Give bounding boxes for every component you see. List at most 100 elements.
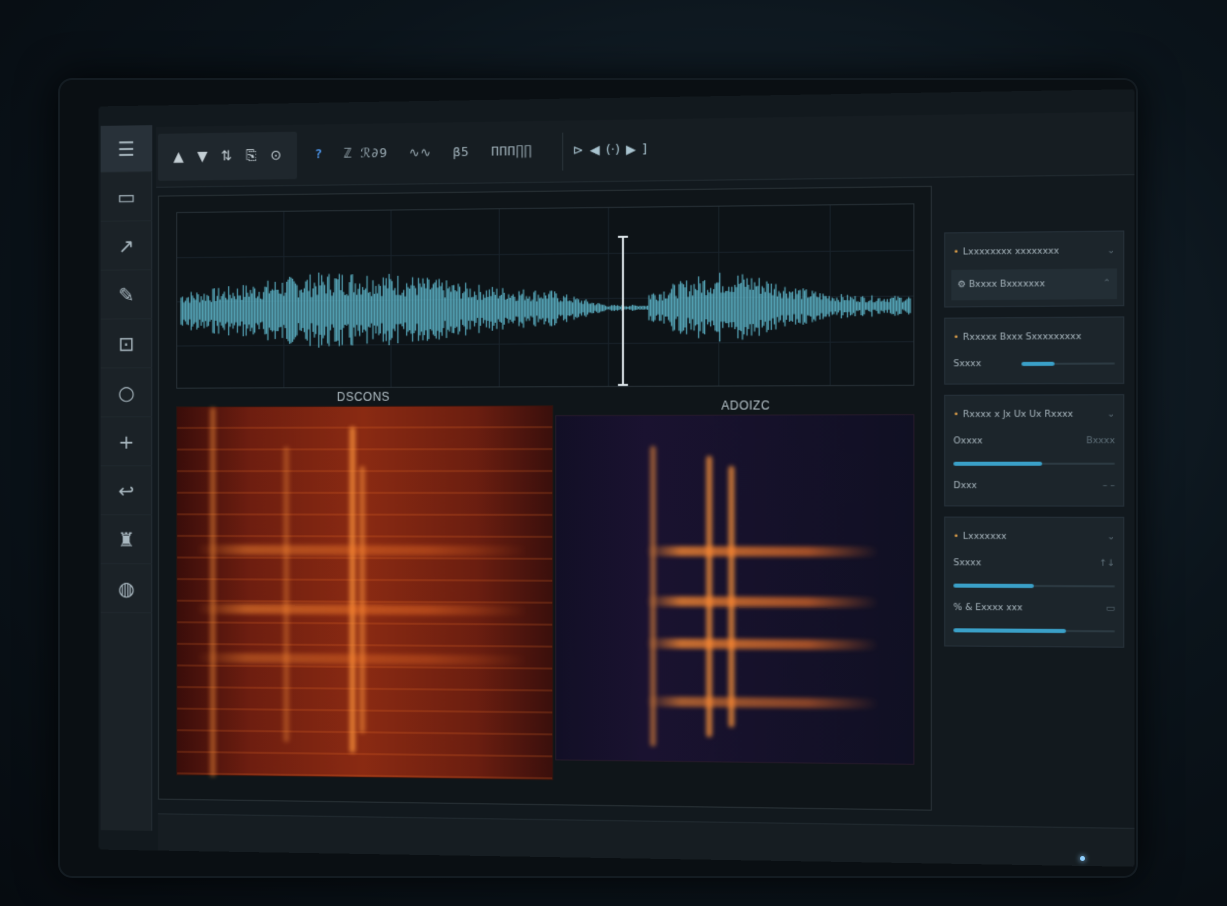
edit-tool-group: ▲ ▼ ⇅ ⎘ ⊙ <box>158 131 297 180</box>
help-icon[interactable]: ? <box>315 147 323 162</box>
option-row[interactable]: Sxxxx ↑↓ <box>953 550 1115 577</box>
spectral-line <box>350 427 356 753</box>
row-label: % & Exxxx xxx <box>953 603 1022 614</box>
row-value: Bxxxx <box>1086 436 1115 446</box>
hook-tool-button[interactable]: ↗ <box>101 221 153 270</box>
globe-icon: ◍ <box>118 576 135 600</box>
card-header[interactable]: • Rxxxxx Bxxx Sxxxxxxxxx <box>953 324 1115 351</box>
value-slider[interactable] <box>1021 354 1114 373</box>
waveform-label: DSCONS <box>337 390 390 404</box>
spectral-band <box>646 596 879 607</box>
row-label: ⚙ Bxxxx Bxxxxxxx <box>958 279 1045 290</box>
globe-button[interactable]: ◍ <box>101 564 153 613</box>
spectral-band <box>646 638 879 650</box>
menu-button[interactable]: ☰ <box>101 125 153 173</box>
toolbar-text-3[interactable]: β5 <box>453 145 469 160</box>
row-label: Dxxx <box>953 481 977 491</box>
stamp-icon: ♜ <box>118 527 135 551</box>
document-icon: ▭ <box>117 185 135 209</box>
spectral-band <box>646 546 879 557</box>
waveform <box>177 204 915 389</box>
toolbar-text-2[interactable]: ∿∿ <box>409 146 431 161</box>
bullet-icon: • <box>953 532 958 542</box>
tool-sidebar: ☰ ▭ ↗ ✎ ⊡ ○ + ↩ ♜ ◍ <box>101 125 153 831</box>
spectrogram-label: ADOIZC <box>721 398 770 412</box>
loop-icon[interactable]: ⊳ <box>573 143 584 158</box>
add-button[interactable]: + <box>101 417 153 466</box>
bullet-icon: • <box>953 247 958 257</box>
power-led <box>1080 856 1085 861</box>
play-icon[interactable]: ▶ <box>626 143 636 158</box>
waveform-panel[interactable] <box>176 203 914 388</box>
circle-tool-button[interactable]: ○ <box>101 368 153 417</box>
row-label: Sxxxx <box>953 558 981 568</box>
clip-tool-button[interactable]: ⊡ <box>101 319 153 368</box>
curve-icon: ↩ <box>118 478 134 502</box>
spectral-band <box>646 696 879 708</box>
clip-icon: ⊡ <box>118 332 134 356</box>
bullet-icon: • <box>953 333 958 343</box>
inspector-card-3: • Rxxxx x Jx Ux Ux Rxxxx ⌄ Oxxxx Bxxxx Dxxx… <box>944 394 1124 506</box>
spectral-line <box>283 446 289 742</box>
sort-icon: ↑↓ <box>1099 559 1115 569</box>
up-arrow-icon[interactable]: ▲ <box>173 149 183 165</box>
inspector-card-1: • Lxxxxxxxx xxxxxxxx ⌄ ⚙ Bxxxx Bxxxxxxx ⌃ <box>944 231 1124 308</box>
stamp-tool-button[interactable]: ♜ <box>101 515 153 564</box>
value-slider[interactable] <box>953 454 1115 472</box>
spectral-line <box>359 466 365 733</box>
value-slider[interactable] <box>953 576 1115 595</box>
row-label: Rxxxxx Bxxx Sxxxxxxxxx <box>963 332 1081 343</box>
row-value: – – <box>1103 481 1115 491</box>
spectral-line <box>210 407 216 777</box>
hook-icon: ↗ <box>118 234 134 258</box>
spectral-band <box>196 653 528 666</box>
swap-icon[interactable]: ⇅ <box>221 148 232 164</box>
spectrogram-left[interactable] <box>176 405 553 780</box>
copy-icon[interactable]: ⎘ <box>246 148 257 164</box>
slider-row: Sxxxx <box>953 350 1115 377</box>
editor-area: DSCONS ADOIZC <box>158 186 932 811</box>
end-icon[interactable]: ] <box>642 142 647 157</box>
pen-tool-button[interactable]: ✎ <box>101 270 153 319</box>
row-label: Rxxxx x Jx Ux Ux Rxxxx <box>963 410 1073 420</box>
top-toolbar: ▲ ▼ ⇅ ⎘ ⊙ ? ℤ ℛ∂9 ∿∿ β5 ΠΠΠ∏∏ ⊳ ◀ (·) ▶ … <box>156 112 1135 188</box>
card-header[interactable]: • Lxxxxxxx ⌄ <box>953 524 1115 551</box>
row-label: Lxxxxxxx <box>963 532 1007 542</box>
waveform-trace <box>181 267 910 348</box>
chevron-down-icon: ⌄ <box>1107 246 1115 256</box>
circle-icon: ○ <box>118 381 135 405</box>
rewind-icon[interactable]: ◀ <box>590 143 600 158</box>
spectral-band <box>196 604 528 616</box>
option-row[interactable]: Oxxxx Bxxxx <box>953 428 1115 455</box>
spectrogram-right[interactable] <box>555 414 914 765</box>
menu-icon: ☰ <box>118 137 135 161</box>
playhead-cursor[interactable] <box>622 236 624 386</box>
box-icon: ▭ <box>1106 604 1115 614</box>
inspector-card-2: • Rxxxxx Bxxx Sxxxxxxxxx Sxxxx <box>944 316 1124 384</box>
row-label: Sxxxx <box>953 359 981 369</box>
spectral-band <box>196 545 528 556</box>
card-subrow[interactable]: ⚙ Bxxxx Bxxxxxxx ⌃ <box>951 268 1117 300</box>
option-row[interactable]: Dxxx – – <box>953 473 1115 500</box>
pause-icon[interactable]: (·) <box>606 143 620 158</box>
card-header[interactable]: • Lxxxxxxxx xxxxxxxx ⌄ <box>953 238 1115 266</box>
down-arrow-icon[interactable]: ▼ <box>197 148 207 164</box>
value-slider[interactable] <box>953 621 1115 640</box>
row-label: Oxxxx <box>953 436 982 446</box>
transport-controls: ⊳ ◀ (·) ▶ ] <box>562 131 647 170</box>
toolbar-text-1[interactable]: ℤ ℛ∂9 <box>344 146 387 161</box>
card-header[interactable]: • Rxxxx x Jx Ux Ux Rxxxx ⌄ <box>953 401 1115 428</box>
inspector-card-4: • Lxxxxxxx ⌄ Sxxxx ↑↓ % & Exxxx xxx ▭ <box>944 517 1124 648</box>
option-row[interactable]: % & Exxxx xxx ▭ <box>953 595 1115 622</box>
curve-tool-button[interactable]: ↩ <box>101 466 153 515</box>
app-window: ☰ ▭ ↗ ✎ ⊡ ○ + ↩ ♜ ◍ ▲ ▼ ⇅ ⎘ ⊙ ? ℤ ℛ∂9 ∿∿… <box>99 89 1135 867</box>
row-label: Lxxxxxxxx xxxxxxxx <box>963 246 1059 257</box>
chevron-up-icon: ⌃ <box>1103 279 1111 289</box>
bullet-icon: • <box>953 410 958 420</box>
chevron-down-icon: ⌄ <box>1107 532 1115 542</box>
pen-icon: ✎ <box>118 283 134 307</box>
target-icon[interactable]: ⊙ <box>270 147 281 163</box>
plus-icon: + <box>118 430 134 454</box>
toolbar-text-4[interactable]: ΠΠΠ∏∏ <box>491 144 532 160</box>
document-button[interactable]: ▭ <box>101 172 153 222</box>
